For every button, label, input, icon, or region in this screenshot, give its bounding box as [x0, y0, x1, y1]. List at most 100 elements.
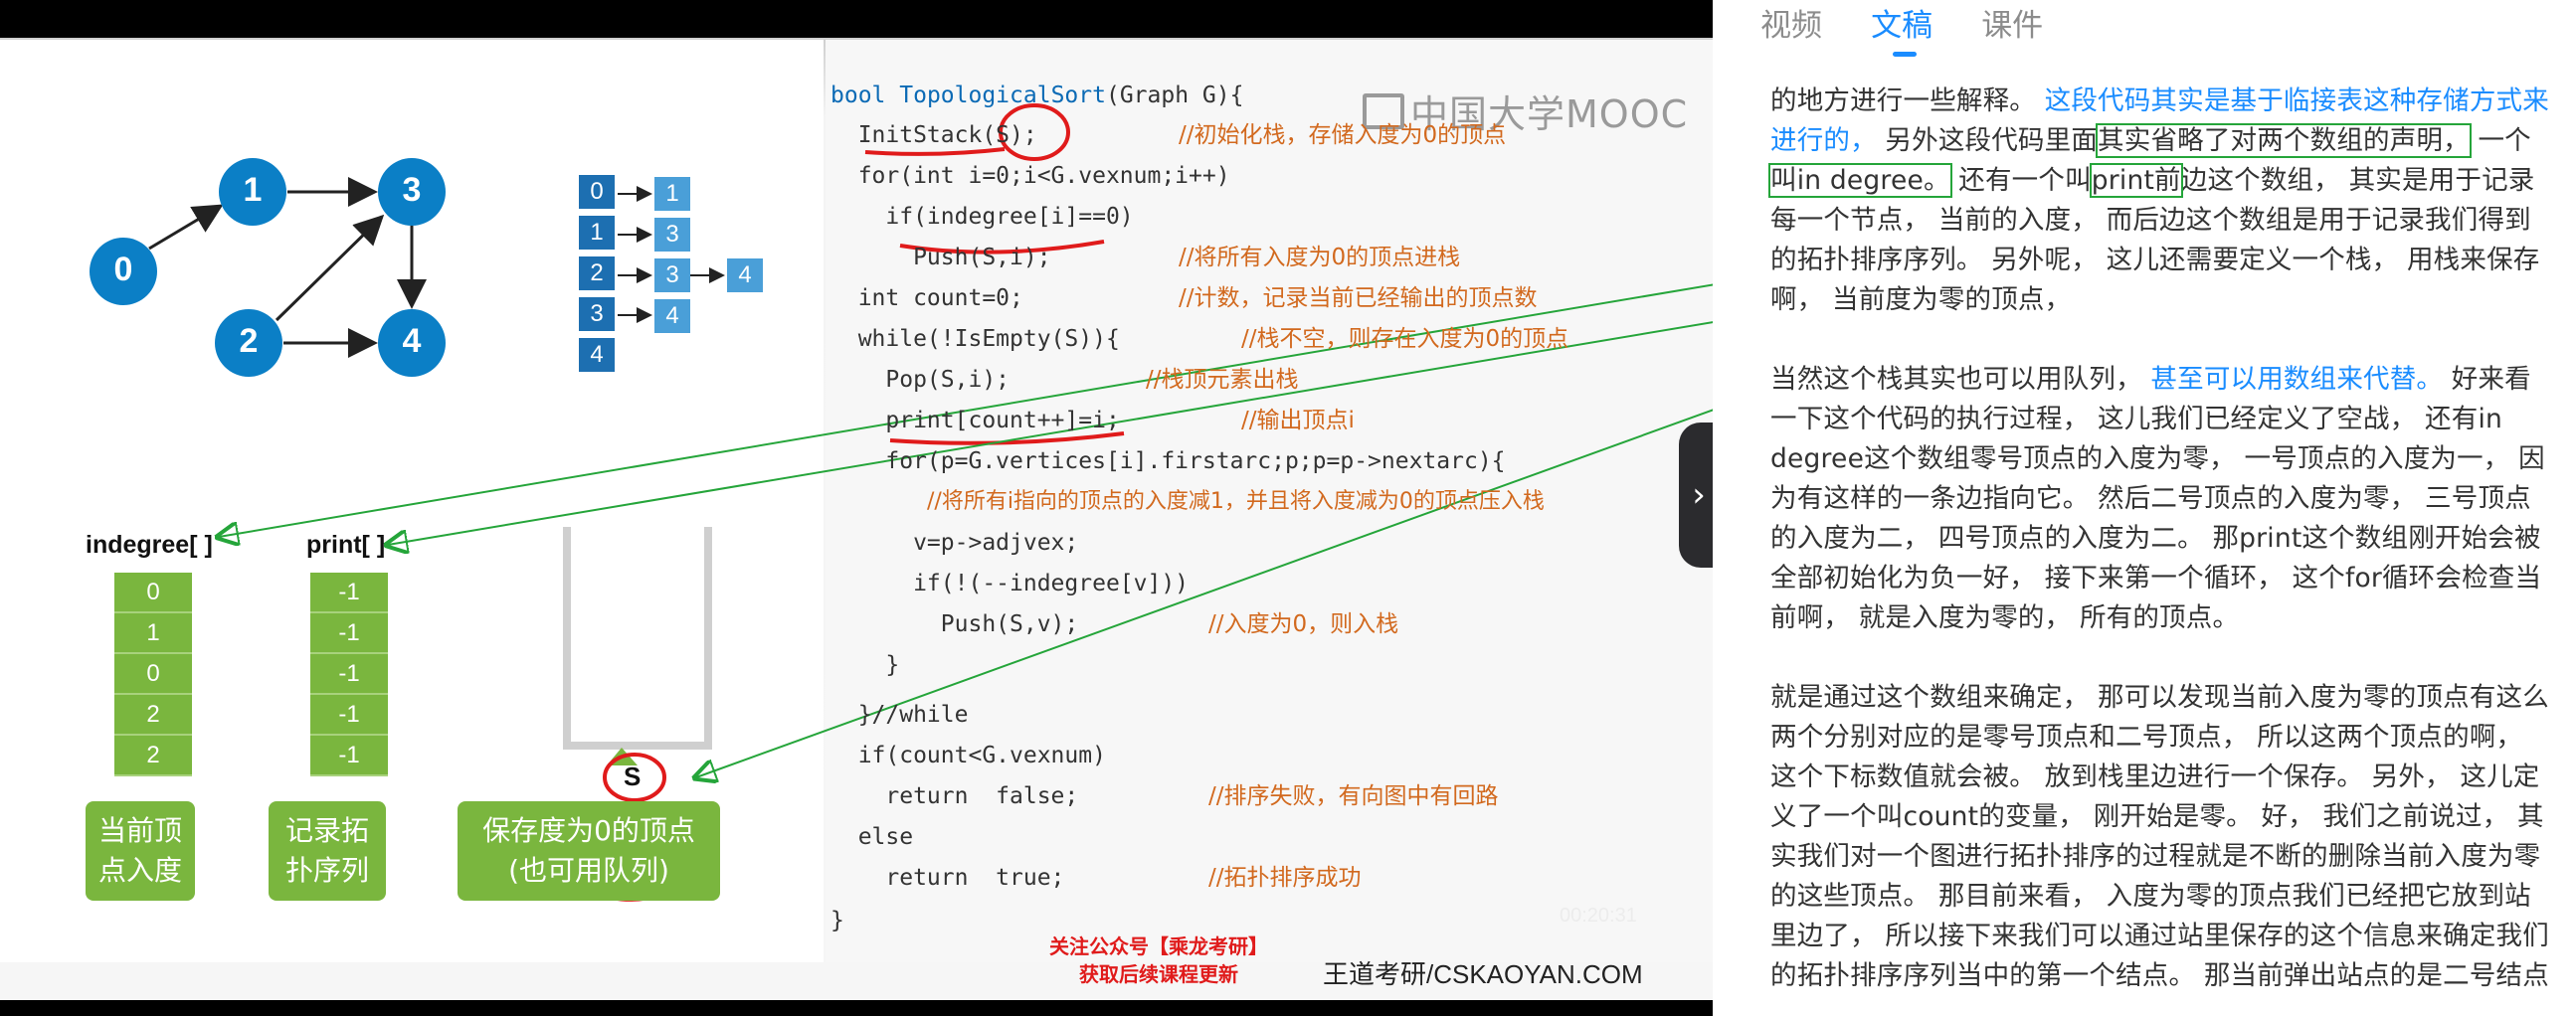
code-line-9: print[count++]=i; [830, 408, 1120, 433]
print-caption-line1: 记录拓 [284, 814, 369, 847]
code-line-7: while(!IsEmpty(S)){ [830, 326, 1120, 352]
code-line-12: v=p->adjvex; [830, 530, 1079, 556]
edge-2-3 [275, 214, 385, 322]
code-line-4: if(indegree[i]==0) [830, 204, 1134, 230]
indegree-label: indegree[ ] [86, 531, 213, 559]
print-cell: -1 [310, 736, 388, 776]
print-cell: -1 [310, 613, 388, 654]
indegree-cell: 0 [114, 573, 192, 613]
code-line-18: return false; [830, 783, 1079, 809]
promo-line1: 关注公众号【乘龙考研】 [1049, 934, 1268, 958]
adj-index-3: 3 [579, 297, 615, 331]
code-line-17: if(count<G.vexnum) [830, 743, 1106, 768]
adj-node: 4 [654, 299, 690, 333]
code-line-10: for(p=G.vertices[i].firstarc;p;p=p->next… [830, 448, 1506, 474]
stack-caption: 保存度为0的顶点 (也可用队列) [458, 801, 720, 901]
adj-index-1: 1 [579, 216, 615, 250]
stack-caption-line1: 保存度为0的顶点 [482, 814, 695, 847]
code-token: (Graph G){ [1105, 83, 1244, 108]
graph-node-4-label: 4 [402, 322, 422, 360]
code-comment-7: //栈不空，则存在入度为0的顶点 [1241, 326, 1569, 352]
print-cell: -1 [310, 695, 388, 736]
code-line-13: if(!(--indegree[v])) [830, 571, 1190, 596]
code-line-20: return true; [830, 865, 1065, 891]
code-token: bool [830, 83, 900, 108]
code-token: TopologicalSort [899, 83, 1106, 108]
tab-transcript-label: 文稿 [1871, 8, 1933, 44]
transcript-sentence-highlight[interactable]: 甚至可以用数组来代替。 [2142, 364, 2443, 395]
edge-0-1 [148, 204, 224, 251]
code-line-19: else [830, 824, 914, 850]
code-line-21: } [830, 908, 844, 933]
code-comment-18: //排序失败，有向图中有回路 [1208, 783, 1499, 809]
transcript-paragraph: 的地方进行一些解释。 这段代码其实是基于临接表这种存储方式来进行的， 另外这段代… [1768, 82, 2556, 320]
transcript-annotated-phrase[interactable]: 其实省略了对两个数组的声明， [2096, 123, 2472, 158]
indegree-caption-line2: 点入度 [97, 854, 182, 887]
print-cell: -1 [310, 654, 388, 695]
transcript-body: 的地方进行一些解释。 这段代码其实是基于临接表这种存储方式来进行的， 另外这段代… [1768, 82, 2556, 1016]
code-line-1: bool TopologicalSort(Graph G){ [830, 82, 1243, 109]
adj-node: 1 [654, 177, 690, 211]
chevron-right-icon: › [1692, 475, 1706, 515]
transcript-paragraph: 当然这个栈其实也可以用队列， 甚至可以用数组来代替。 好来看一下这个代码的执行过… [1770, 360, 2556, 638]
code-comment-2: //初始化栈，存储入度为0的顶点 [1179, 122, 1507, 148]
code-line-8: Pop(S,i); [830, 367, 1011, 393]
code-comment-5: //将所有入度为0的顶点进栈 [1179, 245, 1461, 270]
indegree-cell: 2 [114, 736, 192, 776]
code-comment-11: //将所有i指向的顶点的入度减1，并且将入度减为0的顶点压入栈 [927, 489, 1545, 514]
code-line-6: int count=0; [830, 285, 1023, 311]
tab-transcript[interactable]: 文稿 [1871, 0, 1933, 57]
code-comment-9: //输出顶点i [1241, 408, 1355, 433]
print-label: print[ ] [306, 531, 386, 559]
transcript-annotated-phrase[interactable]: print前 [2089, 163, 2183, 198]
transcript-sentence[interactable]: 好来看一下这个代码的执行过程， 这儿我们已经定义了空战， 还有in degree… [1770, 364, 2545, 633]
side-panel: 视频 文稿 课件 的地方进行一些解释。 这段代码其实是基于临接表这种存储方式来进… [1713, 0, 2576, 1016]
adj-index-2: 2 [579, 256, 615, 290]
active-tab-indicator [1893, 52, 1918, 57]
transcript-sentence[interactable]: 还有一个叫 [1950, 165, 2092, 196]
graph-node-3-label: 3 [402, 171, 422, 209]
stack-caption-line2: (也可用队列) [508, 854, 669, 887]
graph-node-0-label: 0 [113, 251, 133, 288]
indegree-caption: 当前顶 点入度 [86, 801, 195, 901]
graph-node-2-label: 2 [239, 322, 259, 360]
adj-index-0: 0 [579, 175, 615, 209]
code-comment-6: //计数，记录当前已经输出的顶点数 [1179, 285, 1538, 311]
video-player[interactable]: 0 1 3 2 4 0 1 2 3 4 1 3 3 4 4 indegree[ … [0, 0, 1713, 1016]
footer-site: 王道考研/CSKAOYAN.COM [1323, 959, 1643, 989]
tab-video[interactable]: 视频 [1760, 0, 1822, 45]
tab-slides[interactable]: 课件 [1981, 0, 2043, 45]
code-line-15: } [830, 652, 900, 678]
code-comment-8: //栈顶元素出栈 [1146, 367, 1299, 393]
indegree-caption-line1: 当前顶 [97, 814, 182, 847]
indegree-cell: 2 [114, 695, 192, 736]
code-comment-20: //拓扑排序成功 [1208, 865, 1362, 891]
adj-node: 3 [654, 258, 690, 292]
print-cell: -1 [310, 573, 388, 613]
graph-node-1-label: 1 [243, 171, 263, 209]
code-comment-14: //入度为0，则入栈 [1208, 611, 1399, 637]
code-line-14: Push(S,v); [830, 611, 1079, 637]
code-line-5: Push(S,i); [830, 245, 1051, 270]
code-line-3: for(int i=0;i<G.vexnum;i++) [830, 163, 1230, 189]
code-line-16: }//while [830, 702, 969, 728]
panel-tabs: 视频 文稿 课件 [1760, 0, 2087, 60]
transcript-sentence[interactable]: 的地方进行一些解释。 [1770, 85, 2036, 116]
adj-node: 4 [727, 258, 763, 292]
transcript-sentence[interactable]: 另外这段代码里面 [1877, 125, 2098, 156]
promo-line2: 获取后续课程更新 [1079, 962, 1238, 986]
transcript-sentence[interactable]: 当然这个栈其实也可以用队列， [1770, 364, 2142, 395]
code-line-2: InitStack(S); [830, 122, 1037, 148]
stack-container [563, 527, 712, 750]
transcript-annotated-phrase[interactable]: 叫in degree。 [1768, 163, 1952, 198]
transcript-sentence[interactable]: 一个 [2470, 125, 2531, 156]
indegree-cell: 0 [114, 654, 192, 695]
transcript-paragraph[interactable]: 就是通过这个数组来确定， 那可以发现当前入度为零的顶点有这么两个分别对应的是零号… [1770, 678, 2556, 996]
video-timecode: 00:20:31 [1560, 905, 1637, 927]
collapse-panel-button[interactable]: › [1679, 423, 1713, 568]
indegree-cell: 1 [114, 613, 192, 654]
print-caption: 记录拓 扑序列 [269, 801, 386, 901]
stack-label: S [624, 762, 642, 791]
footer-promo: 关注公众号【乘龙考研】 获取后续课程更新 [1049, 932, 1268, 988]
adj-node: 3 [654, 218, 690, 252]
